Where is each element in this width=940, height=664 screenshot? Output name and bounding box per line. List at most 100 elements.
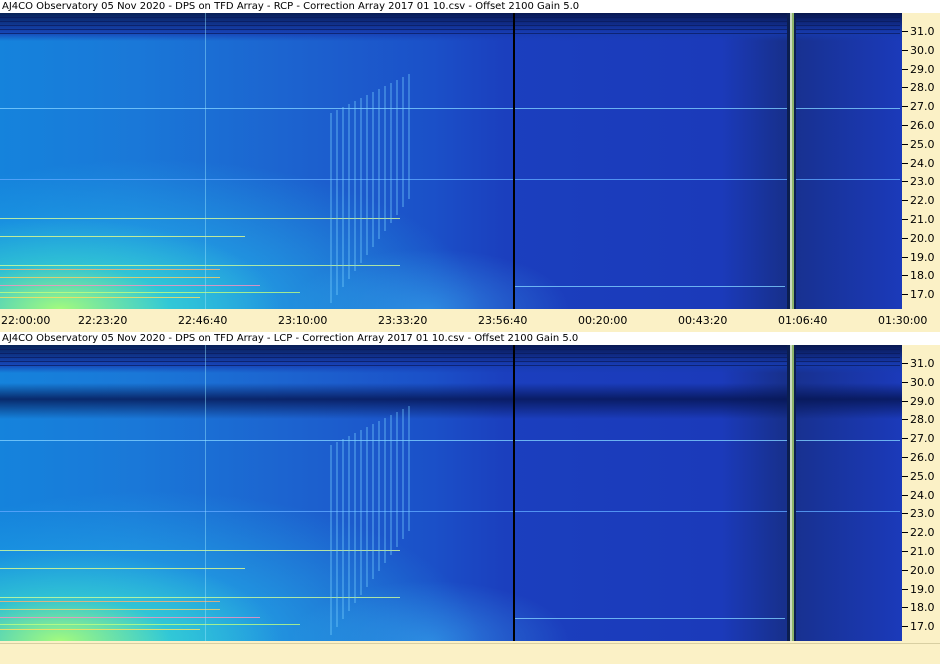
y-tick bbox=[902, 162, 908, 164]
y-tick-label: 23.0 bbox=[910, 175, 935, 189]
interference-line bbox=[0, 511, 900, 512]
interference-line bbox=[0, 236, 245, 237]
gap-band-dark-2 bbox=[794, 345, 796, 641]
burst-striation bbox=[378, 89, 380, 239]
y-tick bbox=[902, 125, 908, 126]
y-tick-label: 24.0 bbox=[910, 488, 935, 502]
x-tick-label: 23:10:00 bbox=[278, 314, 328, 327]
burst-striation bbox=[390, 83, 392, 223]
x-tick-label: 00:43:20 bbox=[678, 314, 728, 327]
y-tick-label: 25.0 bbox=[910, 469, 935, 483]
burst-striation bbox=[390, 415, 392, 555]
y-tick bbox=[902, 200, 908, 202]
y-tick bbox=[902, 381, 908, 383]
burst-striation bbox=[408, 406, 410, 531]
interference-line bbox=[0, 218, 400, 219]
x-tick-label: 22:00:00 bbox=[1, 314, 51, 327]
y-tick-label: 22.0 bbox=[910, 194, 935, 208]
y-tick bbox=[902, 626, 908, 628]
time-marker bbox=[205, 345, 206, 641]
y-tick bbox=[902, 49, 908, 51]
rcp-spectrogram[interactable] bbox=[0, 13, 902, 309]
rcp-title: AJ4CO Observatory 05 Nov 2020 - DPS on T… bbox=[0, 0, 940, 13]
lcp-spectrogram[interactable] bbox=[0, 345, 902, 641]
interference-line bbox=[0, 285, 260, 286]
burst-striation bbox=[396, 412, 398, 547]
y-tick-label: 19.0 bbox=[910, 582, 935, 596]
interference-line bbox=[0, 179, 900, 180]
y-tick bbox=[902, 569, 908, 571]
x-tick-label: 01:30:00 bbox=[878, 314, 928, 327]
rfi-stripe bbox=[0, 21, 900, 22]
y-tick bbox=[902, 237, 908, 239]
y-tick bbox=[902, 219, 908, 220]
burst-striation bbox=[336, 110, 338, 295]
time-axis-top: 22:00:00 22:23:20 22:46:40 23:10:00 23:33:20… bbox=[0, 313, 940, 329]
y-tick-label: 25.0 bbox=[910, 137, 935, 151]
burst-striation bbox=[408, 74, 410, 199]
y-tick-label: 20.0 bbox=[910, 231, 935, 245]
rfi-stripe bbox=[0, 17, 900, 18]
burst-striation bbox=[366, 427, 368, 587]
burst-striation bbox=[330, 113, 332, 303]
y-tick bbox=[902, 68, 908, 70]
y-tick bbox=[902, 256, 908, 258]
rcp-frequency-axis: 31.0 30.0 29.0 28.0 27.0 26.0 25.0 24.0 23.0 22.0… bbox=[902, 13, 940, 309]
interference-line bbox=[0, 292, 300, 293]
y-tick-label: 26.0 bbox=[910, 119, 935, 132]
y-tick bbox=[902, 607, 908, 609]
x-tick-label: 01:06:40 bbox=[778, 314, 828, 327]
y-tick bbox=[902, 494, 908, 496]
burst-striation bbox=[402, 409, 404, 539]
burst-striation bbox=[384, 418, 386, 563]
y-tick bbox=[902, 363, 908, 364]
x-tick-label: 23:33:20 bbox=[378, 314, 428, 327]
y-tick-label: 19.0 bbox=[910, 250, 935, 264]
x-tick-label: 22:46:40 bbox=[178, 314, 228, 327]
burst-striation bbox=[396, 80, 398, 215]
y-tick bbox=[902, 106, 908, 108]
burst-striation bbox=[378, 421, 380, 571]
interference-line bbox=[0, 597, 400, 598]
y-tick-label: 21.0 bbox=[910, 545, 935, 558]
y-tick-label: 30.0 bbox=[910, 375, 935, 389]
interference-line bbox=[515, 618, 785, 619]
y-tick bbox=[902, 513, 908, 515]
burst-striation bbox=[366, 95, 368, 255]
y-tick-label: 27.0 bbox=[910, 432, 935, 446]
burst-striation bbox=[342, 439, 344, 619]
interference-line bbox=[0, 601, 220, 602]
y-tick-label: 22.0 bbox=[910, 526, 935, 540]
bottom-border bbox=[0, 643, 940, 644]
burst-striation bbox=[360, 98, 362, 263]
y-tick bbox=[902, 551, 908, 552]
y-tick-label: 31.0 bbox=[910, 25, 935, 38]
rfi-stripe bbox=[0, 29, 900, 30]
burst-striation bbox=[372, 424, 374, 579]
gap-band-dark-2 bbox=[794, 13, 796, 309]
burst-striation bbox=[330, 445, 332, 635]
y-tick bbox=[902, 419, 908, 421]
y-tick-label: 23.0 bbox=[910, 507, 935, 521]
interference-line bbox=[0, 629, 200, 630]
y-tick-label: 29.0 bbox=[910, 394, 935, 408]
interference-line bbox=[0, 609, 220, 610]
y-tick bbox=[902, 475, 908, 477]
y-tick-label: 20.0 bbox=[910, 563, 935, 577]
interference-line bbox=[0, 568, 245, 569]
lcp-title-text: AJ4CO Observatory 05 Nov 2020 - DPS on T… bbox=[2, 333, 579, 344]
y-tick bbox=[902, 31, 908, 32]
y-tick-label: 17.0 bbox=[910, 620, 935, 634]
rfi-stripe bbox=[0, 353, 900, 354]
y-tick bbox=[902, 588, 908, 590]
lcp-title: AJ4CO Observatory 05 Nov 2020 - DPS on T… bbox=[0, 332, 940, 345]
y-tick-label: 26.0 bbox=[910, 451, 935, 464]
burst-striation bbox=[354, 433, 356, 603]
y-tick bbox=[902, 143, 908, 145]
time-marker bbox=[205, 13, 206, 309]
burst-striation bbox=[336, 442, 338, 627]
y-tick-label: 29.0 bbox=[910, 62, 935, 76]
y-tick-label: 28.0 bbox=[910, 81, 935, 95]
rfi-stripe bbox=[0, 361, 900, 362]
y-tick-label: 24.0 bbox=[910, 156, 935, 170]
